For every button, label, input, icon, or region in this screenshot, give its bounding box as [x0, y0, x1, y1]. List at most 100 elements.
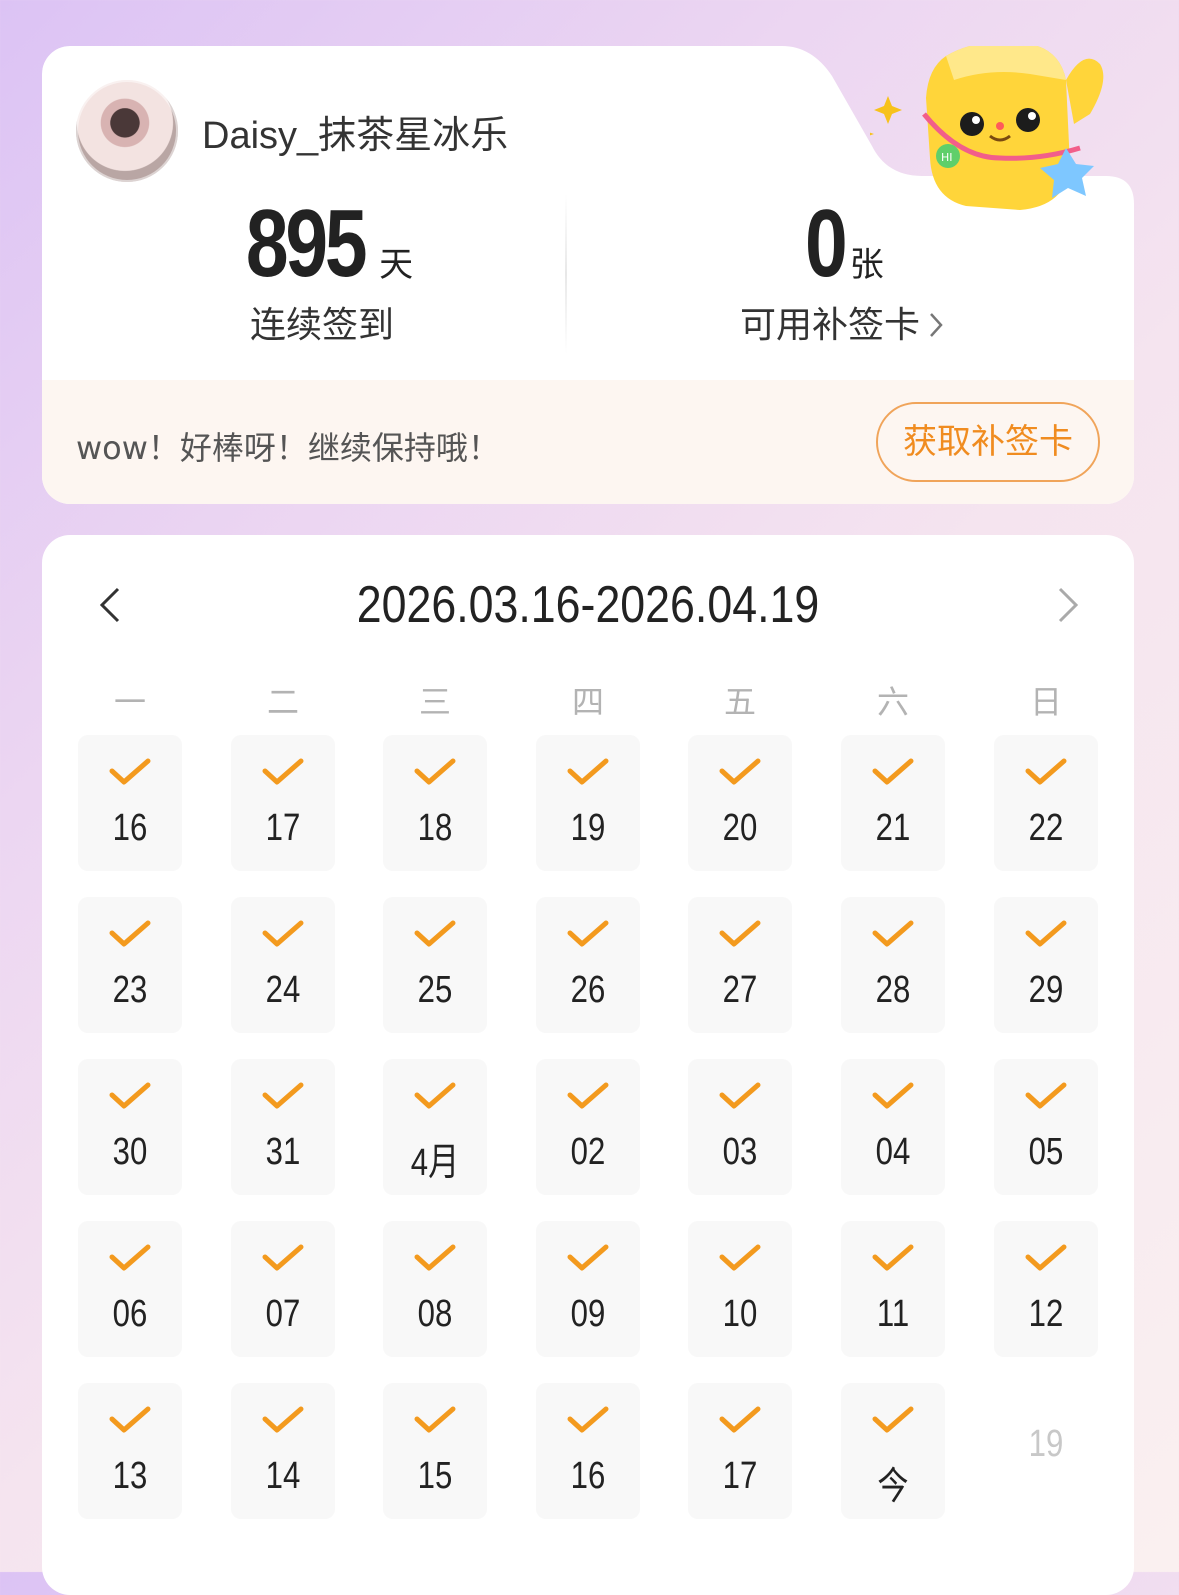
day-number: 23	[112, 969, 148, 1011]
day-number: 4月	[410, 1142, 460, 1184]
weekday-label: 三	[418, 683, 451, 721]
day-number: 06	[112, 1293, 148, 1335]
day-number: 26	[570, 969, 606, 1011]
day-cell[interactable]: 18	[383, 735, 487, 871]
checkmark-icon	[413, 1243, 457, 1277]
checkmark-icon	[718, 1243, 762, 1277]
day-number: 03	[722, 1131, 758, 1173]
day-number: 16	[570, 1455, 606, 1497]
day-number: 29	[1028, 969, 1064, 1011]
checkmark-icon	[413, 1081, 457, 1115]
day-cell[interactable]: 26	[536, 897, 640, 1033]
weekday-label: 六	[876, 683, 909, 721]
checkmark-icon	[108, 1243, 152, 1277]
day-number: 19	[570, 807, 606, 849]
day-cell[interactable]: 02	[536, 1059, 640, 1195]
makeup-card-label[interactable]: 可用补签卡	[740, 305, 920, 346]
checkmark-icon	[1024, 1243, 1068, 1277]
svg-text:HI: HI	[941, 151, 953, 164]
checkmark-icon	[413, 919, 457, 953]
day-number: 08	[417, 1293, 453, 1335]
day-cell[interactable]: 04	[841, 1059, 945, 1195]
chevron-right-icon[interactable]	[1054, 585, 1082, 629]
day-cell[interactable]: 今	[841, 1383, 945, 1519]
day-cell[interactable]: 23	[78, 897, 182, 1033]
checkmark-icon	[261, 757, 305, 791]
streak-label: 连续签到	[249, 305, 394, 346]
day-cell[interactable]: 4月	[383, 1059, 487, 1195]
day-number: 24	[265, 969, 301, 1011]
day-number: 09	[570, 1293, 606, 1335]
day-cell[interactable]: 17	[688, 1383, 792, 1519]
checkmark-icon	[718, 757, 762, 791]
day-cell[interactable]: 24	[231, 897, 335, 1033]
checkmark-icon	[1024, 919, 1068, 953]
checkmark-icon	[261, 1243, 305, 1277]
makeup-card-stat[interactable]: 0 张 可用补签卡	[582, 196, 1102, 348]
day-cell[interactable]: 29	[994, 897, 1098, 1033]
day-number: 25	[417, 969, 453, 1011]
day-cell[interactable]: 15	[383, 1383, 487, 1519]
day-number: 22	[1028, 807, 1064, 849]
day-cell[interactable]: 07	[231, 1221, 335, 1357]
day-cell[interactable]: 08	[383, 1221, 487, 1357]
weekday-label: 五	[723, 683, 756, 721]
checkmark-icon	[1024, 1081, 1068, 1115]
day-number: 31	[265, 1131, 301, 1173]
get-makeup-card-button[interactable]: 获取补签卡	[876, 402, 1100, 482]
day-cell[interactable]: 30	[78, 1059, 182, 1195]
stats-divider	[565, 194, 567, 354]
day-cell[interactable]: 13	[78, 1383, 182, 1519]
day-number: 19	[1028, 1423, 1064, 1465]
day-cell[interactable]: 05	[994, 1059, 1098, 1195]
day-cell[interactable]: 20	[688, 735, 792, 871]
checkmark-icon	[871, 1243, 915, 1277]
checkmark-icon	[871, 757, 915, 791]
day-cell[interactable]: 28	[841, 897, 945, 1033]
checkmark-icon	[108, 1405, 152, 1439]
day-number: 13	[112, 1455, 148, 1497]
day-cell[interactable]: 22	[994, 735, 1098, 871]
day-cell[interactable]: 16	[536, 1383, 640, 1519]
checkmark-icon	[566, 757, 610, 791]
checkmark-icon	[108, 919, 152, 953]
chevron-right-icon[interactable]	[928, 307, 944, 348]
encouragement-banner: wow！好棒呀！继续保持哦！ 获取补签卡	[42, 380, 1134, 504]
checkmark-icon	[413, 757, 457, 791]
checkmark-icon	[261, 1405, 305, 1439]
day-cell[interactable]: 11	[841, 1221, 945, 1357]
weekday-label: 一	[113, 683, 146, 721]
encouragement-message: wow！好棒呀！继续保持哦！	[76, 429, 500, 467]
date-range-title: 2026.03.16-2026.04.19	[356, 576, 820, 634]
day-cell[interactable]: 25	[383, 897, 487, 1033]
weekday-label: 日	[1029, 683, 1062, 721]
day-cell[interactable]: 10	[688, 1221, 792, 1357]
day-cell[interactable]: 17	[231, 735, 335, 871]
day-cell[interactable]: 09	[536, 1221, 640, 1357]
checkmark-icon	[718, 1405, 762, 1439]
day-cell[interactable]: 03	[688, 1059, 792, 1195]
day-number: 今	[877, 1466, 909, 1508]
day-number: 10	[722, 1293, 758, 1335]
day-cell[interactable]: 19	[536, 735, 640, 871]
day-number: 17	[722, 1455, 758, 1497]
avatar[interactable]	[76, 80, 178, 182]
day-cell[interactable]: 06	[78, 1221, 182, 1357]
day-cell[interactable]: 14	[231, 1383, 335, 1519]
day-cell[interactable]: 27	[688, 897, 792, 1033]
day-number: 30	[112, 1131, 148, 1173]
checkin-summary-card: Daisy_抹茶星冰乐 HI 895 天 连续签到 0 张 可用补签卡 wow！…	[42, 46, 1134, 504]
day-number: 15	[417, 1455, 453, 1497]
day-number: 12	[1028, 1293, 1064, 1335]
checkmark-icon	[108, 1081, 152, 1115]
day-cell[interactable]: 19	[994, 1383, 1098, 1519]
username: Daisy_抹茶星冰乐	[202, 114, 509, 157]
day-cell[interactable]: 31	[231, 1059, 335, 1195]
day-number: 05	[1028, 1131, 1064, 1173]
day-number: 28	[875, 969, 911, 1011]
day-cell[interactable]: 21	[841, 735, 945, 871]
day-cell[interactable]: 12	[994, 1221, 1098, 1357]
day-number: 04	[875, 1131, 911, 1173]
day-cell[interactable]: 16	[78, 735, 182, 871]
user-profile[interactable]: Daisy_抹茶星冰乐	[76, 80, 508, 182]
